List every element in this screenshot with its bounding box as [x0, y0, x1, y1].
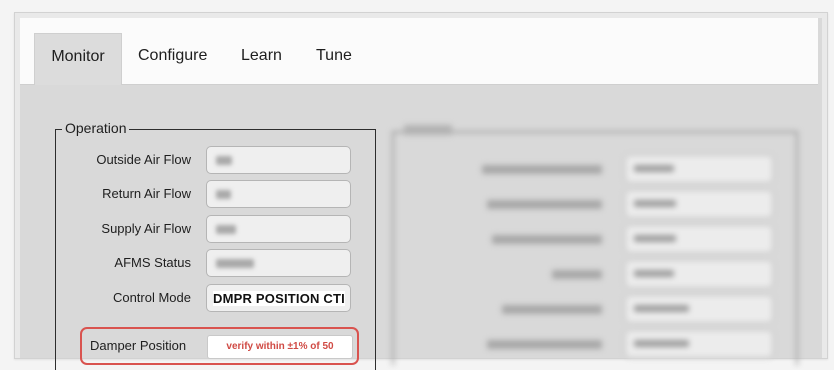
blurred-field [625, 225, 773, 253]
damper-position-field: verify within ±1% of 50 [207, 335, 353, 359]
tab-monitor[interactable]: Monitor [34, 33, 122, 85]
supply-air-flow-label: Supply Air Flow [101, 221, 191, 236]
blurred-label [552, 270, 602, 279]
blurred-value [216, 225, 236, 234]
blurred-value [216, 190, 231, 199]
blurred-field [625, 155, 773, 183]
blurred-label [492, 235, 602, 244]
control-mode-value: DMPR POSITION CTI [213, 291, 345, 306]
return-air-flow-label: Return Air Flow [102, 186, 191, 201]
blurred-panel [392, 125, 802, 365]
control-mode-label: Control Mode [112, 290, 191, 305]
blurred-value [634, 235, 676, 242]
tab-learn[interactable]: Learn [241, 33, 282, 84]
blurred-value [634, 270, 674, 277]
operation-group: Operation Outside Air Flow Return Air Fl… [55, 120, 376, 370]
blurred-label [482, 165, 602, 174]
outside-air-flow-field [206, 146, 351, 174]
blurred-field [625, 295, 773, 323]
control-mode-field: DMPR POSITION CTI [206, 284, 351, 312]
blurred-value [634, 305, 689, 312]
blurred-value [216, 156, 232, 165]
blurred-group-legend [404, 125, 452, 135]
outside-air-flow-label: Outside Air Flow [96, 152, 191, 167]
blurred-label [487, 340, 602, 349]
blurred-field [625, 190, 773, 218]
damper-position-highlight: Damper Position verify within ±1% of 50 [80, 327, 359, 365]
blurred-value [634, 200, 676, 207]
afms-status-field [206, 249, 351, 277]
damper-position-label: Damper Position [90, 338, 187, 353]
damper-position-note: verify within ±1% of 50 [226, 341, 334, 352]
blurred-label [502, 305, 602, 314]
blurred-field [625, 260, 773, 288]
tab-bar: Monitor Configure Learn Tune [20, 18, 818, 85]
blurred-field [625, 330, 773, 358]
tab-tune[interactable]: Tune [316, 33, 352, 84]
operation-legend: Operation [62, 120, 130, 136]
return-air-flow-field [206, 180, 351, 208]
afms-status-label: AFMS Status [114, 255, 191, 270]
blurred-value [634, 165, 674, 172]
blurred-value [216, 259, 254, 268]
tab-configure[interactable]: Configure [138, 33, 207, 84]
supply-air-flow-field [206, 215, 351, 243]
blurred-label [487, 200, 602, 209]
main-panel: Monitor Configure Learn Tune Operation O… [20, 18, 822, 370]
blurred-value [634, 340, 689, 347]
